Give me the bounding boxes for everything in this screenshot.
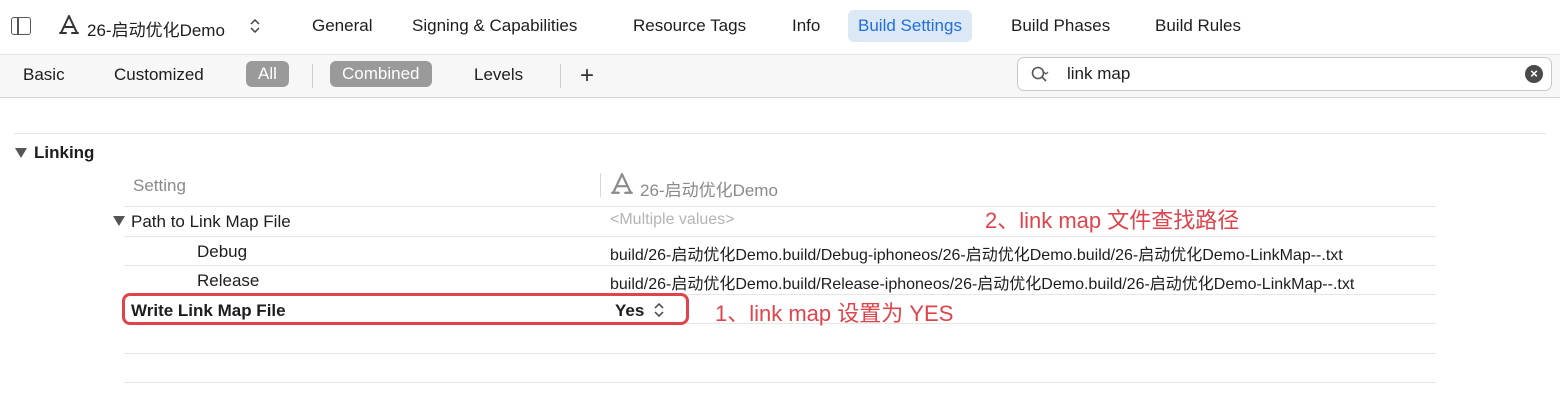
build-settings-filter-bar: Basic Customized All Combined Levels + l… <box>0 55 1560 98</box>
setting-name-debug[interactable]: Debug <box>197 242 247 262</box>
view-combined[interactable]: Combined <box>330 61 432 87</box>
view-levels[interactable]: Levels <box>474 65 523 85</box>
column-header-target: 26-启动优化Demo <box>640 181 778 200</box>
search-icon[interactable] <box>1030 65 1050 85</box>
row-divider <box>124 353 1436 354</box>
chevron-updown-icon[interactable] <box>250 19 260 33</box>
section-divider <box>14 133 1546 134</box>
tab-build-settings[interactable]: Build Settings <box>848 10 972 42</box>
disclosure-triangle-icon[interactable] <box>113 216 125 226</box>
section-title: Linking <box>34 143 95 162</box>
tab-general[interactable]: General <box>312 16 372 36</box>
filter-all[interactable]: All <box>246 61 289 87</box>
tab-signing-capabilities[interactable]: Signing & Capabilities <box>412 16 577 36</box>
tab-build-phases[interactable]: Build Phases <box>1011 16 1110 36</box>
editor-tab-bar: 26-启动优化Demo General Signing & Capabiliti… <box>0 0 1560 55</box>
column-divider <box>600 173 601 197</box>
row-divider <box>124 265 1436 266</box>
search-input[interactable]: link map <box>1067 64 1130 84</box>
add-setting-icon[interactable]: + <box>580 64 594 88</box>
tab-info[interactable]: Info <box>792 16 820 36</box>
setting-name-release[interactable]: Release <box>197 271 259 291</box>
setting-value-release-path[interactable]: build/26-启动优化Demo.build/Release-iphoneos… <box>610 270 1354 294</box>
setting-name-path-to-link-map[interactable]: Path to Link Map File <box>131 212 291 232</box>
annotation-2: 2、link map 文件查找路径 <box>985 208 1240 233</box>
column-header-setting: Setting <box>133 176 186 195</box>
tab-resource-tags[interactable]: Resource Tags <box>633 16 746 36</box>
filter-divider <box>560 64 561 88</box>
disclosure-triangle-icon[interactable] <box>15 148 27 158</box>
row-divider <box>124 236 1436 237</box>
project-target-name[interactable]: 26-启动优化Demo <box>87 16 225 41</box>
xcode-app-icon <box>59 15 79 34</box>
annotation-highlight-box <box>122 293 689 325</box>
filter-basic[interactable]: Basic <box>23 65 65 85</box>
target-icon <box>611 173 633 194</box>
sidebar-toggle-icon[interactable] <box>11 17 31 35</box>
setting-value-debug-path[interactable]: build/26-启动优化Demo.build/Debug-iphoneos/2… <box>610 241 1343 265</box>
filter-divider <box>312 64 313 88</box>
clear-search-icon[interactable]: × <box>1525 65 1543 83</box>
search-field[interactable]: link map × <box>1017 57 1552 91</box>
setting-value-multiple[interactable]: <Multiple values> <box>610 211 735 229</box>
annotation-1: 1、link map 设置为 YES <box>715 301 954 326</box>
row-divider <box>124 382 1436 383</box>
tab-build-rules[interactable]: Build Rules <box>1155 16 1241 36</box>
filter-customized[interactable]: Customized <box>114 65 204 85</box>
